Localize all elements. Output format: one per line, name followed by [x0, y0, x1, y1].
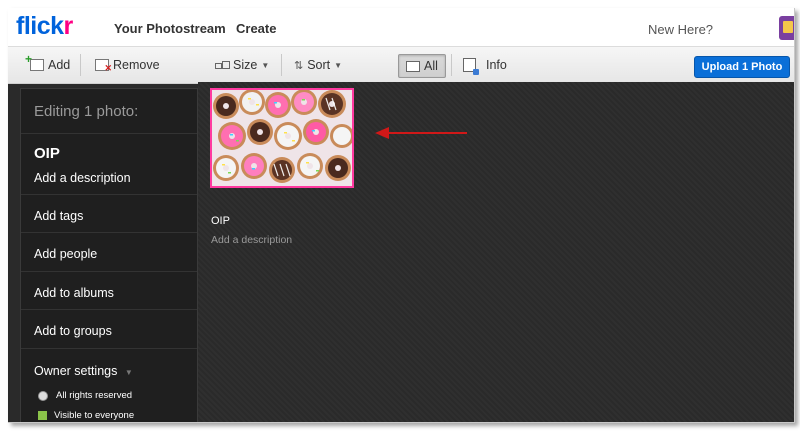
photo-description[interactable]: Add a description	[211, 234, 292, 246]
chevron-down-icon: ▼	[334, 60, 343, 70]
add-tags-link[interactable]: Add tags	[34, 209, 83, 223]
add-description-field[interactable]: Add a description	[34, 171, 131, 185]
upload-button[interactable]: Upload 1 Photo	[694, 56, 790, 78]
add-photo-icon	[25, 52, 44, 71]
add-to-groups-link[interactable]: Add to groups	[34, 324, 112, 338]
remove-photo-icon	[95, 59, 112, 74]
avatar[interactable]	[779, 16, 794, 40]
visibility-icon	[38, 411, 47, 420]
divider	[21, 348, 197, 349]
toolbar-divider	[80, 54, 81, 76]
size-icon	[215, 61, 230, 69]
flickr-logo[interactable]: flickr	[16, 12, 73, 41]
divider	[21, 194, 197, 195]
editing-heading: Editing 1 photo:	[34, 103, 139, 120]
photo-title-field[interactable]: OIP	[34, 145, 60, 162]
photo-grid: OIP Add a description	[198, 82, 794, 422]
info-icon	[463, 58, 479, 75]
toolbar: Add Remove Size ▼ ⇅ Sort ▼ All Info Uplo…	[8, 46, 794, 84]
chevron-down-icon: ▼	[124, 368, 133, 377]
size-dropdown[interactable]: Size ▼	[215, 47, 269, 83]
nav-create[interactable]: Create	[236, 21, 276, 36]
info-button[interactable]: Info	[463, 47, 507, 83]
divider	[21, 232, 197, 233]
sort-arrows-icon: ⇅	[294, 59, 304, 72]
toolbar-divider	[281, 54, 282, 76]
divider	[21, 309, 197, 310]
donuts-image	[212, 90, 352, 186]
nav-your-photostream[interactable]: Your Photostream	[114, 21, 226, 36]
license-option[interactable]: All rights reserved	[38, 390, 132, 401]
add-people-link[interactable]: Add people	[34, 247, 97, 261]
red-arrow-annotation	[375, 127, 467, 139]
select-all-icon	[406, 60, 421, 72]
divider	[21, 133, 197, 134]
browser-frame: flickr Your Photostream Create New Here?…	[8, 8, 795, 423]
photo-thumbnail[interactable]	[210, 88, 354, 188]
copyright-icon	[38, 390, 48, 401]
remove-button[interactable]: Remove	[95, 47, 160, 83]
toolbar-divider	[451, 54, 452, 76]
privacy-option[interactable]: Visible to everyone	[38, 410, 134, 421]
owner-settings-toggle[interactable]: Owner settings ▼	[34, 364, 133, 378]
new-here-link[interactable]: New Here?	[648, 22, 713, 37]
select-all-button[interactable]: All	[398, 54, 446, 78]
sort-dropdown[interactable]: ⇅ Sort ▼	[294, 47, 342, 83]
photo-title[interactable]: OIP	[211, 215, 230, 227]
top-navigation: flickr Your Photostream Create New Here?	[8, 8, 794, 46]
edit-sidebar: Editing 1 photo: OIP Add a description A…	[20, 88, 198, 422]
add-to-albums-link[interactable]: Add to albums	[34, 286, 114, 300]
divider	[21, 271, 197, 272]
chevron-down-icon: ▼	[261, 60, 270, 70]
add-button[interactable]: Add	[25, 47, 70, 83]
